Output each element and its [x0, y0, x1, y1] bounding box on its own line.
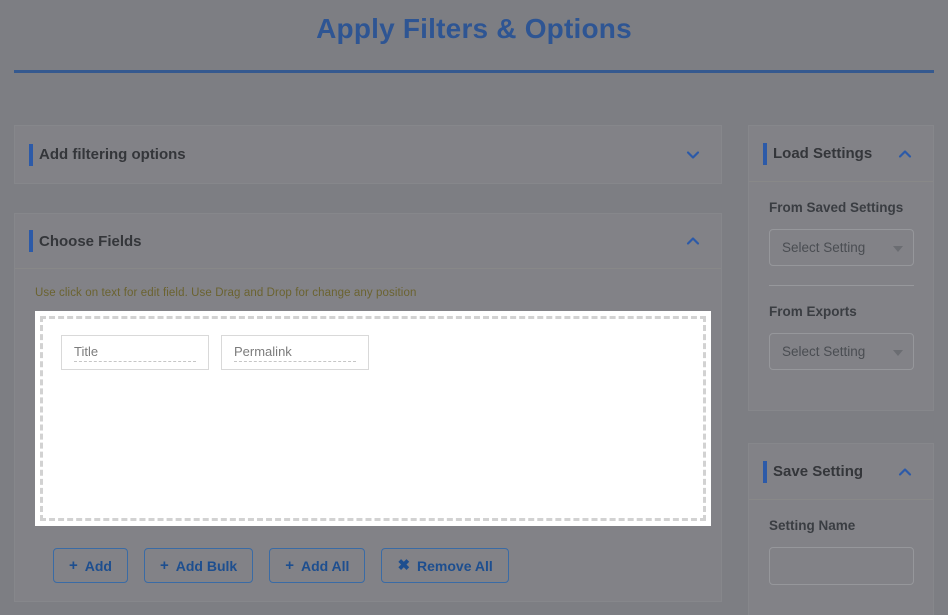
- field-chip[interactable]: Permalink: [221, 335, 369, 370]
- add-button-label: Add: [84, 557, 112, 574]
- chevron-up-icon[interactable]: [895, 144, 915, 164]
- panel-header-add-filtering-options[interactable]: Add filtering options: [15, 126, 721, 183]
- panel-header-save-setting[interactable]: Save Setting: [749, 444, 933, 500]
- field-chip-label[interactable]: Title: [74, 344, 196, 362]
- add-bulk-button[interactable]: + Add Bulk: [143, 548, 254, 583]
- add-all-button[interactable]: + Add All: [269, 548, 366, 583]
- from-saved-settings-label: From Saved Settings: [769, 200, 904, 215]
- panel-title-save-setting: Save Setting: [773, 463, 864, 480]
- panel-accent-bar: [29, 143, 33, 166]
- page-title: Apply Filters & Options: [316, 13, 632, 44]
- from-exports-label: From Exports: [769, 304, 857, 319]
- panel-title-choose-fields: Choose Fields: [39, 232, 142, 250]
- add-button[interactable]: + Add: [53, 548, 128, 583]
- panel-accent-bar: [763, 460, 767, 483]
- panel-load-settings: Load Settings From Saved Settings Select…: [748, 125, 934, 411]
- plus-icon: +: [69, 557, 78, 574]
- chevron-up-icon[interactable]: [895, 462, 915, 482]
- from-saved-settings-select[interactable]: Select Setting: [769, 229, 914, 266]
- remove-all-button[interactable]: ✖ Remove All: [381, 548, 509, 583]
- load-settings-body: From Saved Settings Select Setting From …: [749, 182, 933, 370]
- panel-header-choose-fields[interactable]: Choose Fields: [15, 214, 721, 269]
- panel-accent-bar: [763, 142, 767, 165]
- plus-icon: +: [159, 557, 169, 574]
- fields-action-buttons: + Add + Add Bulk + Add All ✖ Remove All: [35, 526, 705, 583]
- panel-save-setting: Save Setting Setting Name: [748, 443, 934, 615]
- filters-options-screen: Apply Filters & Options Add filtering op…: [0, 0, 948, 615]
- setting-name-input[interactable]: [769, 547, 914, 585]
- save-setting-body: Setting Name: [749, 500, 933, 585]
- sidebar-divider: [769, 285, 914, 286]
- choose-fields-body: Use click on text for edit field. Use Dr…: [15, 269, 721, 583]
- add-all-button-label: Add All: [300, 557, 350, 574]
- close-icon: ✖: [397, 557, 411, 574]
- plus-icon: +: [285, 557, 294, 574]
- choose-fields-helper-text: Use click on text for edit field. Use Dr…: [35, 287, 417, 299]
- chevron-down-icon: [893, 349, 903, 356]
- panel-title-add-filtering-options: Add filtering options: [39, 146, 186, 163]
- from-exports-value: Select Setting: [782, 344, 866, 359]
- fields-dropzone-inner[interactable]: Title Permalink: [40, 316, 706, 521]
- title-divider: [14, 70, 934, 73]
- from-saved-settings-value: Select Setting: [782, 240, 866, 255]
- remove-all-button-label: Remove All: [417, 557, 493, 574]
- chevron-down-icon: [893, 245, 903, 252]
- panel-title-load-settings: Load Settings: [773, 145, 873, 162]
- chevron-down-icon[interactable]: [683, 145, 703, 165]
- panel-accent-bar: [29, 230, 33, 252]
- setting-name-label: Setting Name: [769, 518, 856, 533]
- chevron-up-icon[interactable]: [683, 231, 703, 251]
- from-exports-select[interactable]: Select Setting: [769, 333, 914, 370]
- fields-dropzone[interactable]: Title Permalink: [35, 311, 711, 526]
- field-chip[interactable]: Title: [61, 335, 209, 370]
- field-chip-label[interactable]: Permalink: [234, 344, 356, 362]
- panel-add-filtering-options: Add filtering options: [14, 125, 722, 184]
- panel-choose-fields: Choose Fields Use click on text for edit…: [14, 213, 722, 602]
- panel-header-load-settings[interactable]: Load Settings: [749, 126, 933, 182]
- add-bulk-button-label: Add Bulk: [175, 557, 238, 574]
